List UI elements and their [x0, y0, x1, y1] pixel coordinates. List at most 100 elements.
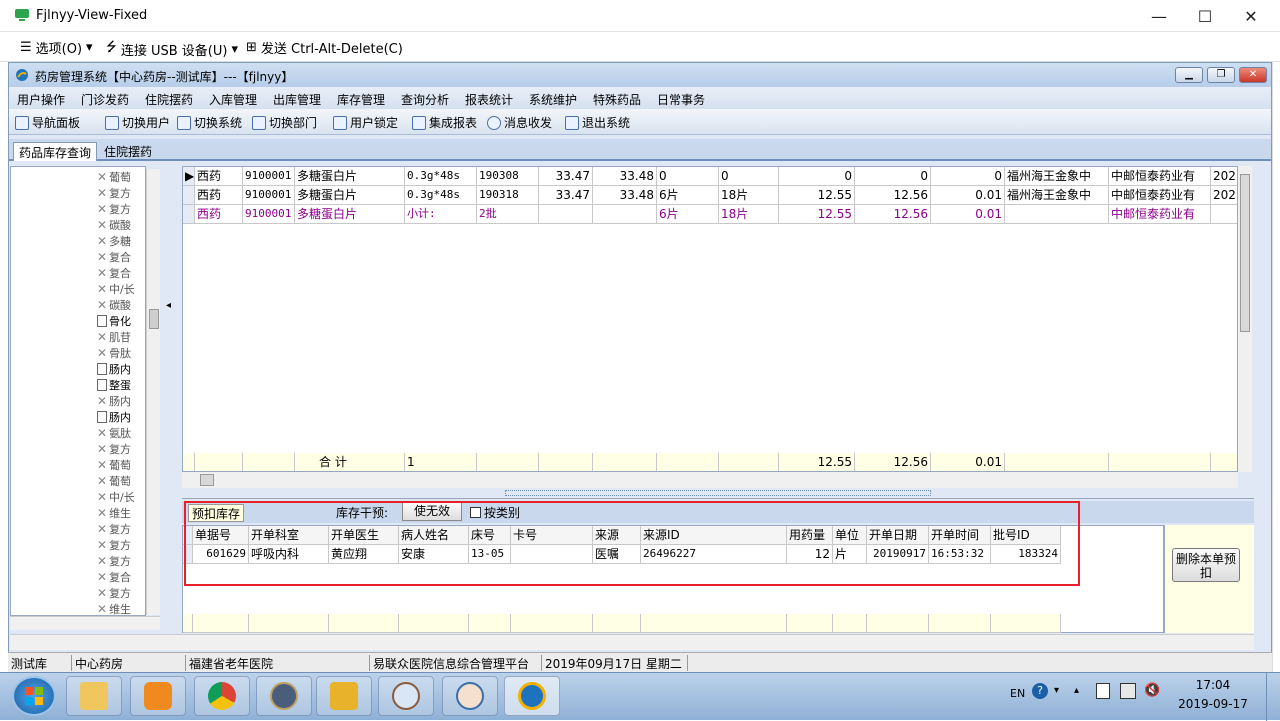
maximize-button[interactable]: ☐ [1182, 0, 1228, 32]
menu-user-ops[interactable]: 用户操作 [17, 91, 65, 108]
tree-scroll-thumb[interactable] [149, 309, 159, 329]
menu-query[interactable]: 查询分析 [401, 91, 449, 108]
help-icon[interactable]: ? [1032, 683, 1048, 699]
app-minimize-button[interactable]: ▁ [1175, 67, 1203, 83]
summary-cell [593, 453, 657, 471]
tree-item[interactable]: ✕ 骨肽 [97, 345, 151, 361]
messages-button[interactable]: 消息收发 [487, 114, 552, 131]
taskbar-media[interactable] [130, 676, 186, 716]
taskbar-compass[interactable] [256, 676, 312, 716]
menu-inventory[interactable]: 库存管理 [337, 91, 385, 108]
row-indicator[interactable] [183, 205, 195, 224]
grid-hscroll-thumb[interactable] [200, 474, 214, 486]
grid-vscrollbar[interactable] [1238, 166, 1252, 472]
tree-item-label: 复方 [109, 443, 132, 456]
taskbar-pharmacy[interactable] [504, 676, 560, 716]
tree-scrollbar[interactable] [146, 169, 160, 615]
tree-item[interactable]: ✕ 氨肽 [97, 425, 151, 441]
tree-item[interactable]: 肠内 [97, 361, 151, 377]
tree-item[interactable]: 整蛋 [97, 377, 151, 393]
tree-item[interactable]: ✕ 复合 [97, 249, 151, 265]
footer-cell [511, 614, 593, 633]
grid-hscrollbar[interactable] [182, 472, 1238, 488]
send-cad-button[interactable]: ⊞ 发送 Ctrl-Alt-Delete(C) [246, 38, 403, 57]
row-indicator[interactable] [183, 186, 195, 205]
menu-inpatient[interactable]: 住院摆药 [145, 91, 193, 108]
tab-inpatient-dispense[interactable]: 住院摆药 [99, 142, 157, 161]
show-desktop-button[interactable] [1266, 673, 1280, 721]
tree-item[interactable]: ✕ 肌苷 [97, 329, 151, 345]
nav-panel-button[interactable]: 导航面板 [15, 114, 80, 131]
minimize-button[interactable]: — [1136, 0, 1182, 32]
grid-row[interactable]: 西药 9100001 多糖蛋白片 0.3g*48s 190318 33.47 33.48 6片… [183, 186, 1237, 205]
taskbar-explorer[interactable] [66, 676, 122, 716]
tree-item[interactable]: ✕ 维生 [97, 601, 151, 617]
tree-hscrollbar[interactable] [10, 616, 160, 630]
close-button[interactable]: ✕ [1228, 0, 1274, 32]
tree-item[interactable]: ✕ 复方 [97, 585, 151, 601]
volume-muted-icon[interactable]: 🔇 [1144, 683, 1160, 699]
menu-reports[interactable]: 报表统计 [465, 91, 513, 108]
tree-item[interactable]: ✕ 复方 [97, 553, 151, 569]
tree-item[interactable]: ✕ 中/长 [97, 489, 151, 505]
app-hscrollbar[interactable] [10, 634, 1254, 650]
lock-user-button[interactable]: 用户锁定 [333, 114, 398, 131]
delete-prededuct-button[interactable]: 删除本单预扣 [1172, 548, 1240, 582]
panel-splitter[interactable] [505, 490, 931, 496]
tree-item[interactable]: ✕ 碳酸 [97, 217, 151, 233]
tree-item[interactable]: ✕ 葡萄 [97, 457, 151, 473]
doctor-icon [392, 682, 420, 710]
tree-item[interactable]: ✕ 葡萄 [97, 169, 151, 185]
grid-row[interactable]: ▶ 西药 9100001 多糖蛋白片 0.3g*48s 190308 33.47 33.48 0… [183, 167, 1237, 186]
menu-stock-in[interactable]: 入库管理 [209, 91, 257, 108]
taskbar-app-a[interactable] [378, 676, 434, 716]
flag-icon[interactable] [1096, 683, 1110, 699]
clock-time[interactable]: 17:04 [1178, 678, 1248, 692]
taskbar-sql[interactable] [316, 676, 372, 716]
tray-expand-icon[interactable]: ▴ [1074, 685, 1079, 696]
splitter-handle[interactable]: ◂ [166, 300, 174, 330]
switch-user-button[interactable]: 切换用户 [105, 114, 170, 131]
exit-button[interactable]: 退出系统 [565, 114, 630, 131]
start-button[interactable] [12, 676, 56, 716]
tree-item[interactable]: 骨化 [97, 313, 151, 329]
menu-maintenance[interactable]: 系统维护 [529, 91, 577, 108]
switch-system-button[interactable]: 切换系统 [177, 114, 242, 131]
viewer-scrollbar[interactable] [1272, 62, 1280, 720]
taskbar-chrome[interactable] [194, 676, 250, 716]
tree-item[interactable]: ✕ 肠内 [97, 393, 151, 409]
menu-stock-out[interactable]: 出库管理 [273, 91, 321, 108]
app-restore-button[interactable]: ❐ [1207, 67, 1235, 83]
tray-arrow-icon[interactable]: ▾ [1054, 685, 1059, 696]
taskbar-app-b[interactable] [442, 676, 498, 716]
reports-button[interactable]: 集成报表 [412, 114, 477, 131]
tree-item-label: 肠内 [109, 395, 132, 408]
options-menu[interactable]: ☰ 选项(O) ▾ [20, 38, 93, 57]
usb-menu[interactable]: ⭍ 连接 USB 设备(U) ▾ [106, 38, 238, 60]
switch-dept-button[interactable]: 切换部门 [252, 114, 317, 131]
tree-item[interactable]: ✕ 中/长 [97, 281, 151, 297]
tree-item[interactable]: ✕ 复方 [97, 441, 151, 457]
network-tray-icon[interactable] [1120, 683, 1136, 699]
clock-date[interactable]: 2019-09-17 [1178, 697, 1248, 711]
grid-row[interactable]: 西药 9100001 多糖蛋白片 小计: 2批 6片 18片 12.55 12.56 0.01 中邮… [183, 205, 1237, 224]
tree-item[interactable]: ✕ 复合 [97, 569, 151, 585]
tree-item[interactable]: ✕ 复方 [97, 201, 151, 217]
tree-item[interactable]: ✕ 复合 [97, 265, 151, 281]
tree-item[interactable]: ✕ 多糖 [97, 233, 151, 249]
tree-item[interactable]: ✕ 复方 [97, 521, 151, 537]
lang-indicator[interactable]: EN [1010, 687, 1025, 700]
tree-item[interactable]: 肠内 [97, 409, 151, 425]
row-indicator[interactable]: ▶ [183, 167, 195, 186]
tree-item[interactable]: ✕ 复方 [97, 537, 151, 553]
grid-scroll-thumb[interactable] [1240, 174, 1250, 332]
tab-stock-query[interactable]: 药品库存查询 [13, 142, 98, 161]
menu-outpatient[interactable]: 门诊发药 [81, 91, 129, 108]
tree-item[interactable]: ✕ 葡萄 [97, 473, 151, 489]
menu-special-drugs[interactable]: 特殊药品 [593, 91, 641, 108]
tree-item[interactable]: ✕ 维生 [97, 505, 151, 521]
tree-item[interactable]: ✕ 碳酸 [97, 297, 151, 313]
tree-item[interactable]: ✕ 复方 [97, 185, 151, 201]
app-close-button[interactable]: ✕ [1239, 67, 1267, 83]
menu-daily[interactable]: 日常事务 [657, 91, 705, 108]
